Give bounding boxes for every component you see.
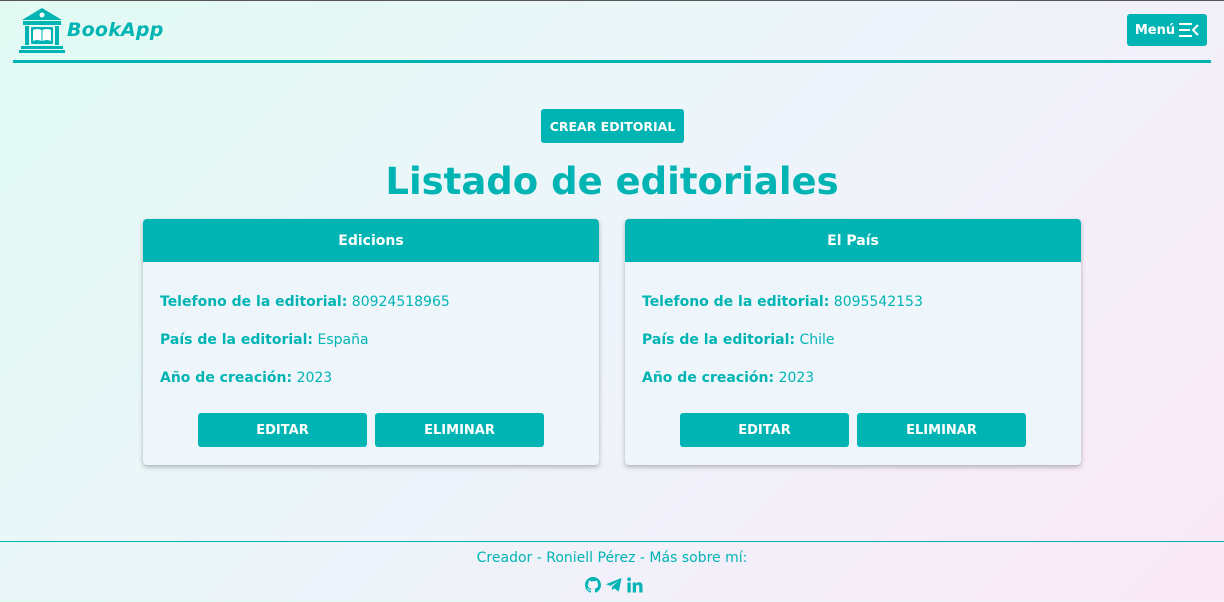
brand-link[interactable]: BookApp (19, 6, 164, 54)
country-value: España (317, 332, 369, 348)
navbar: BookApp Menú (13, 0, 1211, 63)
create-editorial-button[interactable]: CREAR EDITORIAL (541, 109, 684, 143)
year-row: Año de creación: 2023 (160, 370, 332, 386)
editorial-card: Edicions Telefono de la editorial: 80924… (143, 219, 599, 465)
menu-button[interactable]: Menú (1127, 14, 1207, 46)
country-row: País de la editorial: Chile (642, 332, 835, 348)
delete-button[interactable]: ELIMINAR (857, 413, 1026, 447)
card-title: El País (625, 219, 1081, 262)
country-value: Chile (799, 332, 835, 348)
country-label: País de la editorial: (642, 332, 796, 348)
country-row: País de la editorial: España (160, 332, 369, 348)
telegram-icon (606, 578, 622, 592)
github-link[interactable] (584, 576, 602, 594)
social-links (584, 576, 644, 594)
footer: Creador - Roniell Pérez - Más sobre mí: (0, 541, 1224, 602)
footer-credit: Creador - Roniell Pérez - Más sobre mí: (476, 550, 748, 566)
phone-value: 8095542153 (833, 294, 923, 310)
linkedin-link[interactable] (626, 576, 644, 594)
year-value: 2023 (296, 370, 333, 386)
delete-button[interactable]: ELIMINAR (375, 413, 544, 447)
phone-label: Telefono de la editorial: (642, 294, 830, 310)
country-label: País de la editorial: (160, 332, 314, 348)
phone-label: Telefono de la editorial: (160, 294, 348, 310)
linkedin-icon (627, 577, 643, 593)
menu-label: Menú (1134, 22, 1176, 38)
telegram-link[interactable] (605, 576, 623, 594)
menu-collapse-icon (1179, 23, 1199, 37)
card-title: Edicions (143, 219, 599, 262)
page-title: Listado de editoriales (385, 160, 839, 203)
library-logo-icon (19, 8, 65, 53)
phone-row: Telefono de la editorial: 8095542153 (642, 294, 923, 310)
phone-value: 80924518965 (351, 294, 450, 310)
year-row: Año de creación: 2023 (642, 370, 814, 386)
year-label: Año de creación: (160, 370, 293, 386)
edit-button[interactable]: EDITAR (680, 413, 849, 447)
phone-row: Telefono de la editorial: 80924518965 (160, 294, 450, 310)
github-icon (585, 577, 601, 593)
year-value: 2023 (778, 370, 815, 386)
brand-name: BookApp (67, 19, 164, 41)
edit-button[interactable]: EDITAR (198, 413, 367, 447)
year-label: Año de creación: (642, 370, 775, 386)
editorial-card: El País Telefono de la editorial: 809554… (625, 219, 1081, 465)
